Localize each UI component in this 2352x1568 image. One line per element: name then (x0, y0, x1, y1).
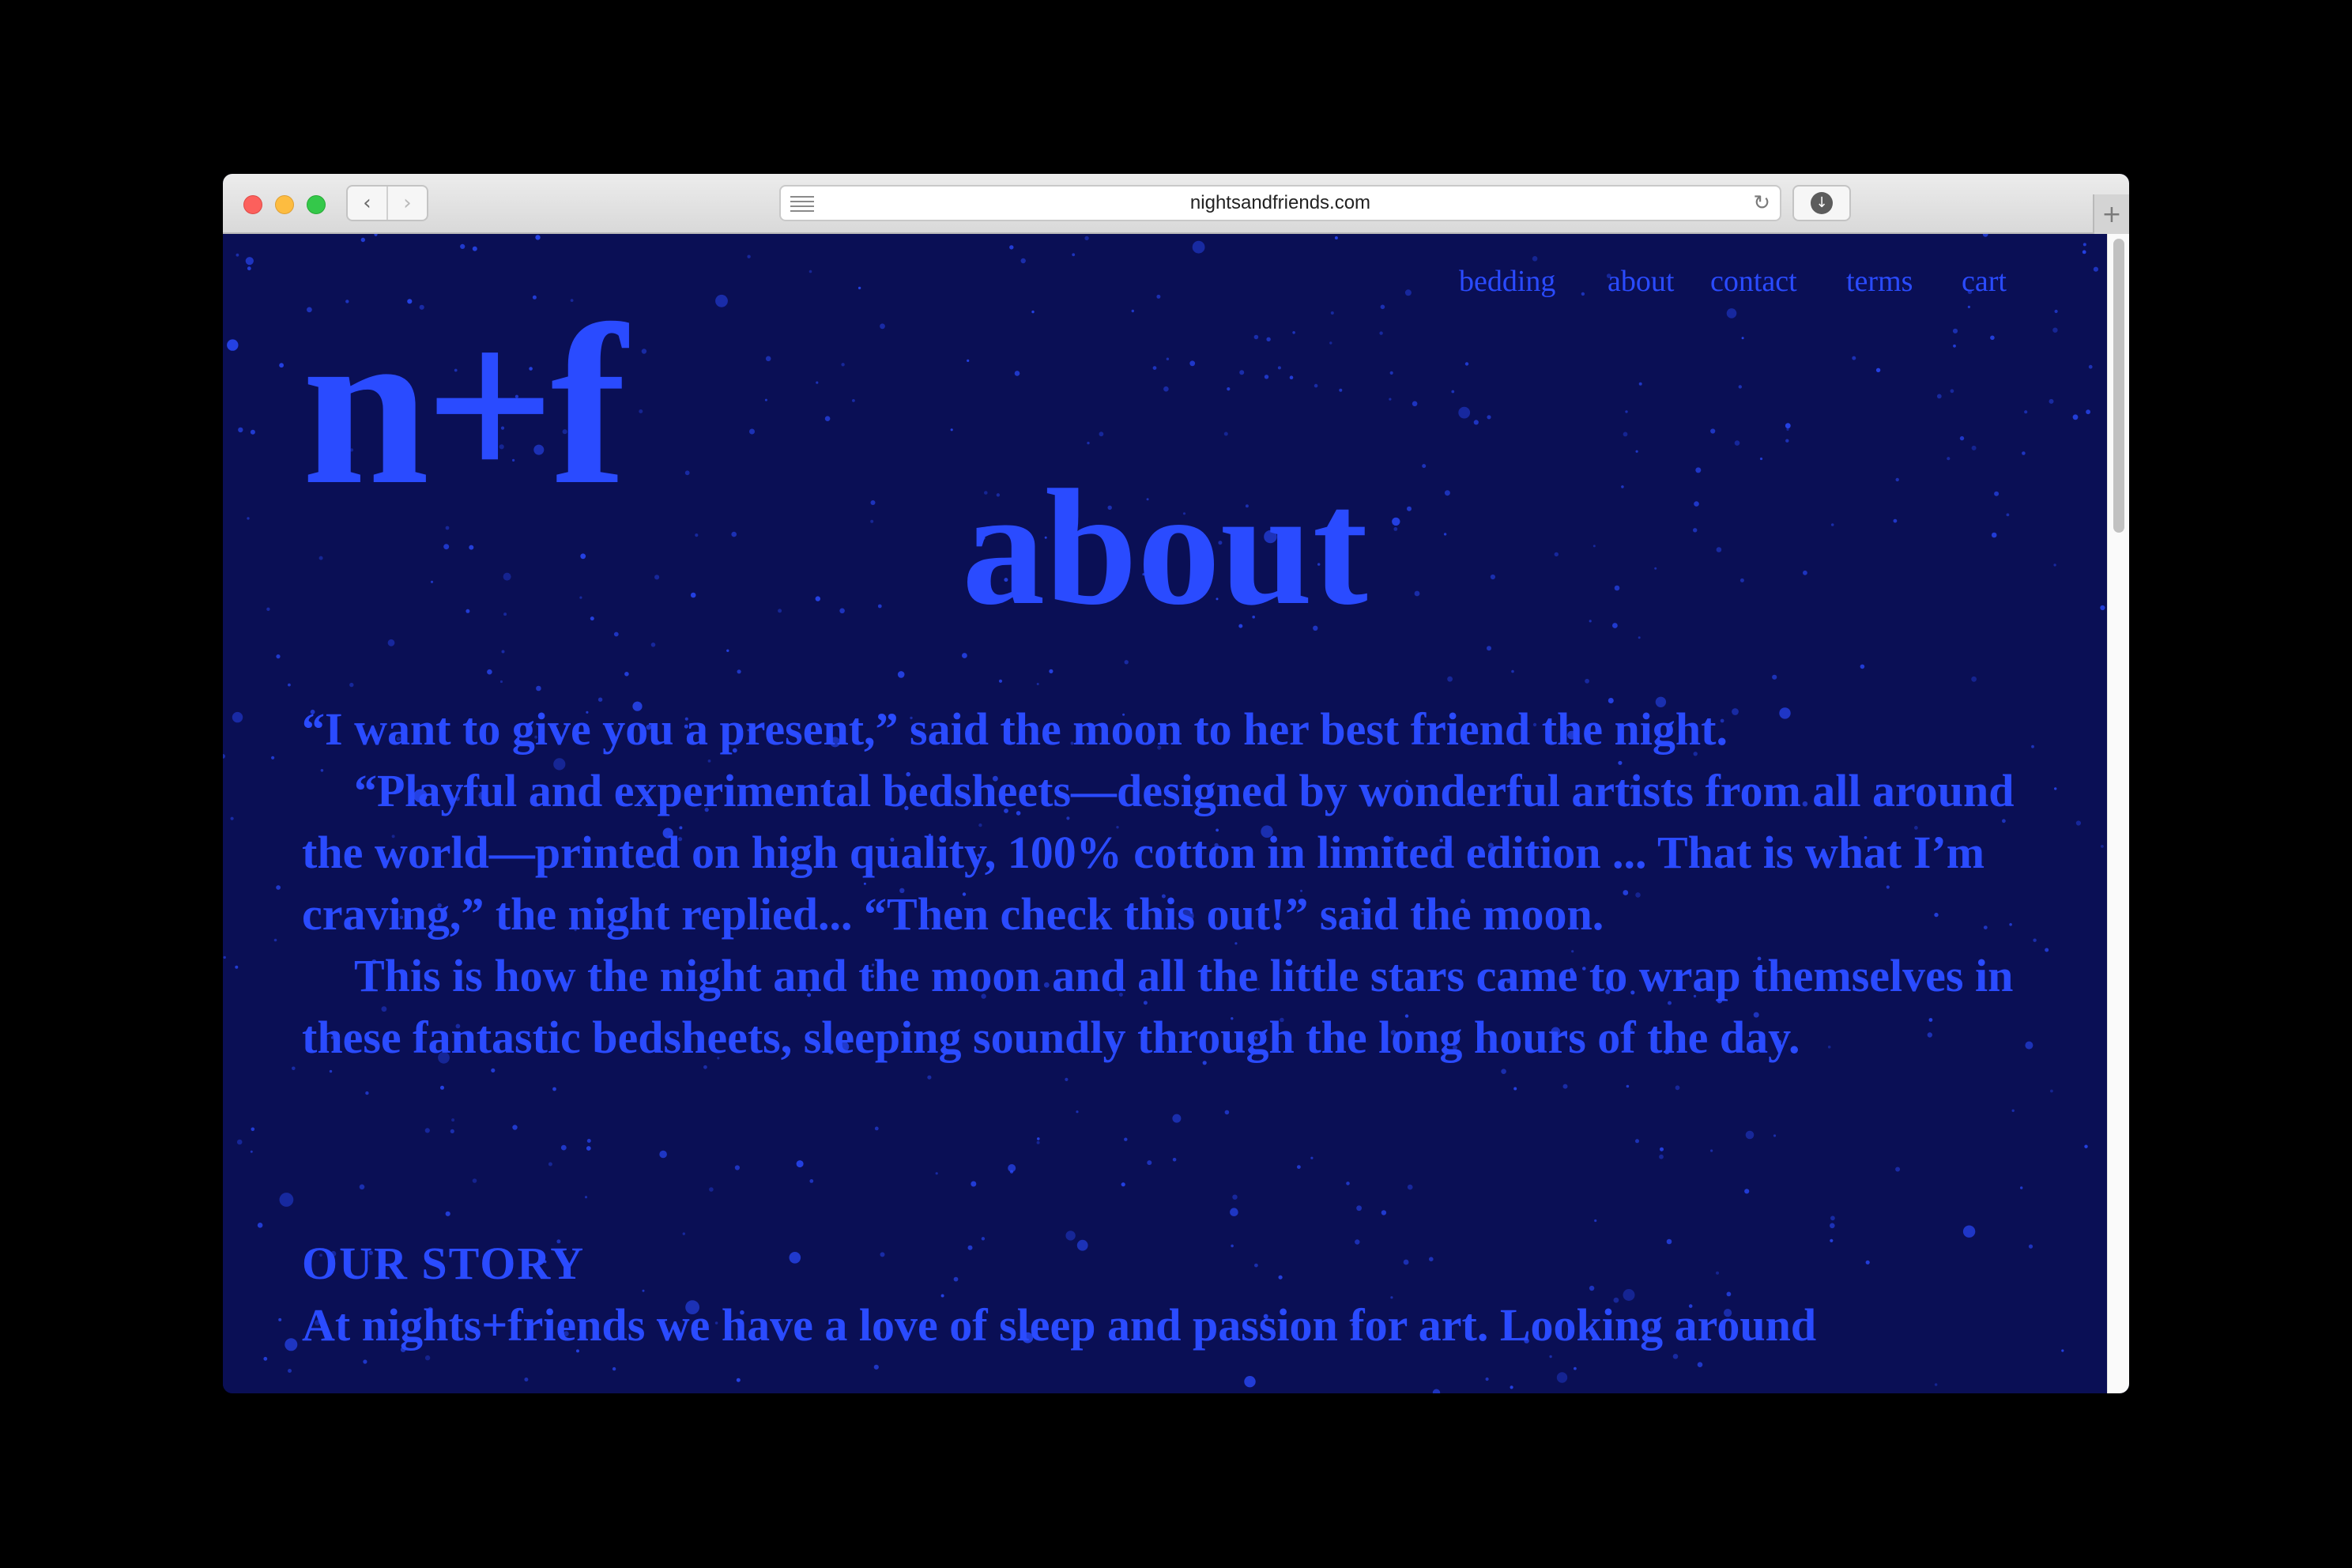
intro-paragraph-3: This is how the night and the moon and a… (302, 950, 2014, 1063)
download-arrow-icon: ↓ (1811, 192, 1833, 214)
page-title: about (962, 456, 1368, 639)
reload-icon[interactable]: ↻ (1753, 191, 1770, 215)
intro-paragraph-2: “Playful and experimental bedsheets—desi… (302, 765, 2015, 940)
scrollbar-thumb[interactable] (2113, 239, 2124, 533)
history-buttons: ‹ › (346, 185, 428, 221)
chevron-right-icon: › (403, 191, 412, 215)
nav-item-contact[interactable]: contact (1710, 264, 1797, 299)
nav-item-terms[interactable]: terms (1846, 264, 1913, 299)
new-tab-button[interactable]: + (2093, 194, 2129, 234)
intro-text: “I want to give you a present,” said the… (302, 699, 2064, 1069)
chevron-left-icon: ‹ (363, 191, 371, 215)
back-button[interactable]: ‹ (348, 187, 386, 220)
nav-item-cart[interactable]: cart (1962, 264, 2007, 299)
plus-icon: + (2101, 200, 2122, 228)
close-window-button[interactable] (243, 195, 262, 214)
intro-paragraph-1: “I want to give you a present,” said the… (302, 703, 1728, 755)
browser-toolbar: ‹ › nightsandfriends.com ↻ ↓ + (223, 174, 2129, 234)
our-story-text: At nights+friends we have a love of slee… (302, 1299, 1817, 1351)
downloads-button[interactable]: ↓ (1792, 185, 1851, 221)
our-story-heading: OUR STORY (302, 1238, 586, 1289)
nav-item-bedding[interactable]: bedding (1459, 264, 1555, 299)
address-bar[interactable]: nightsandfriends.com ↻ (779, 185, 1781, 221)
forward-button[interactable]: › (386, 187, 427, 220)
address-bar-url: nightsandfriends.com (1189, 192, 1371, 213)
page-scrollbar[interactable] (2107, 234, 2129, 1393)
nav-item-about[interactable]: about (1608, 264, 1674, 299)
web-page: bedding about contact terms cart n+f abo… (223, 234, 2107, 1393)
browser-window: ‹ › nightsandfriends.com ↻ ↓ + bedding a… (223, 174, 2129, 1393)
maximize-window-button[interactable] (307, 195, 326, 214)
minimize-window-button[interactable] (275, 195, 294, 214)
